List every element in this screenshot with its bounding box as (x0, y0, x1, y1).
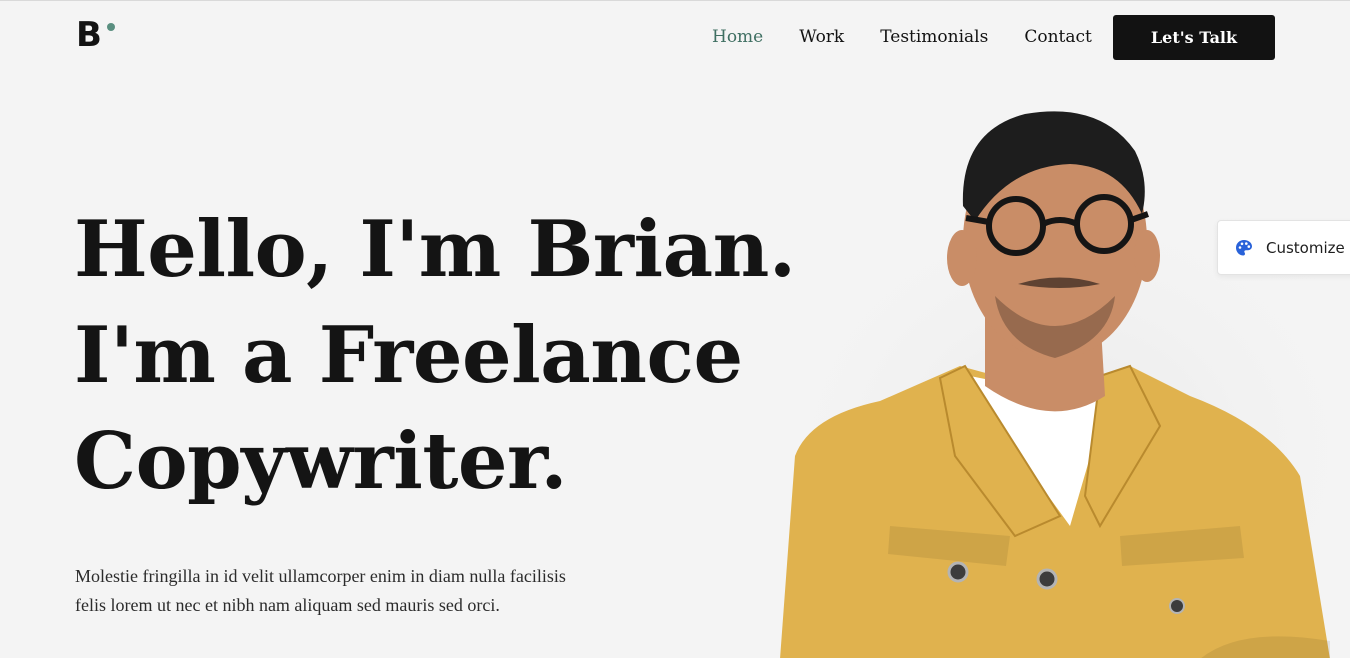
logo-letter: B (76, 15, 102, 55)
logo[interactable]: B (76, 15, 120, 57)
hero-subtitle: Molestie fringilla in id velit ullamcorp… (75, 562, 635, 620)
site-header: B Home Work Testimonials Contact Let's T… (0, 1, 1350, 73)
nav-item-testimonials[interactable]: Testimonials (880, 26, 988, 48)
customize-tab[interactable]: Customize (1217, 220, 1350, 275)
hero-subtitle-line-2: felis lorem ut nec et nibh nam aliquam s… (75, 595, 500, 615)
hero-title-line-1: Hello, I'm Brian. (74, 204, 796, 295)
logo-dot (107, 23, 115, 31)
nav-item-work[interactable]: Work (799, 26, 844, 48)
hero-title-line-3: Copywriter. (74, 416, 568, 507)
hero-subtitle-line-1: Molestie fringilla in id velit ullamcorp… (75, 566, 566, 586)
lets-talk-button[interactable]: Let's Talk (1113, 15, 1275, 60)
main-nav: Home Work Testimonials Contact (712, 26, 1092, 48)
hero-portrait-image (770, 111, 1350, 658)
nav-item-home[interactable]: Home (712, 26, 763, 48)
palette-icon (1236, 240, 1252, 256)
page: B Home Work Testimonials Contact Let's T… (0, 0, 1350, 658)
hero-title-line-2: I'm a Freelance (74, 310, 743, 401)
hero-title: Hello, I'm Brian. I'm a Freelance Copywr… (74, 197, 796, 515)
customize-label: Customize (1266, 239, 1345, 257)
nav-item-contact[interactable]: Contact (1024, 26, 1092, 48)
